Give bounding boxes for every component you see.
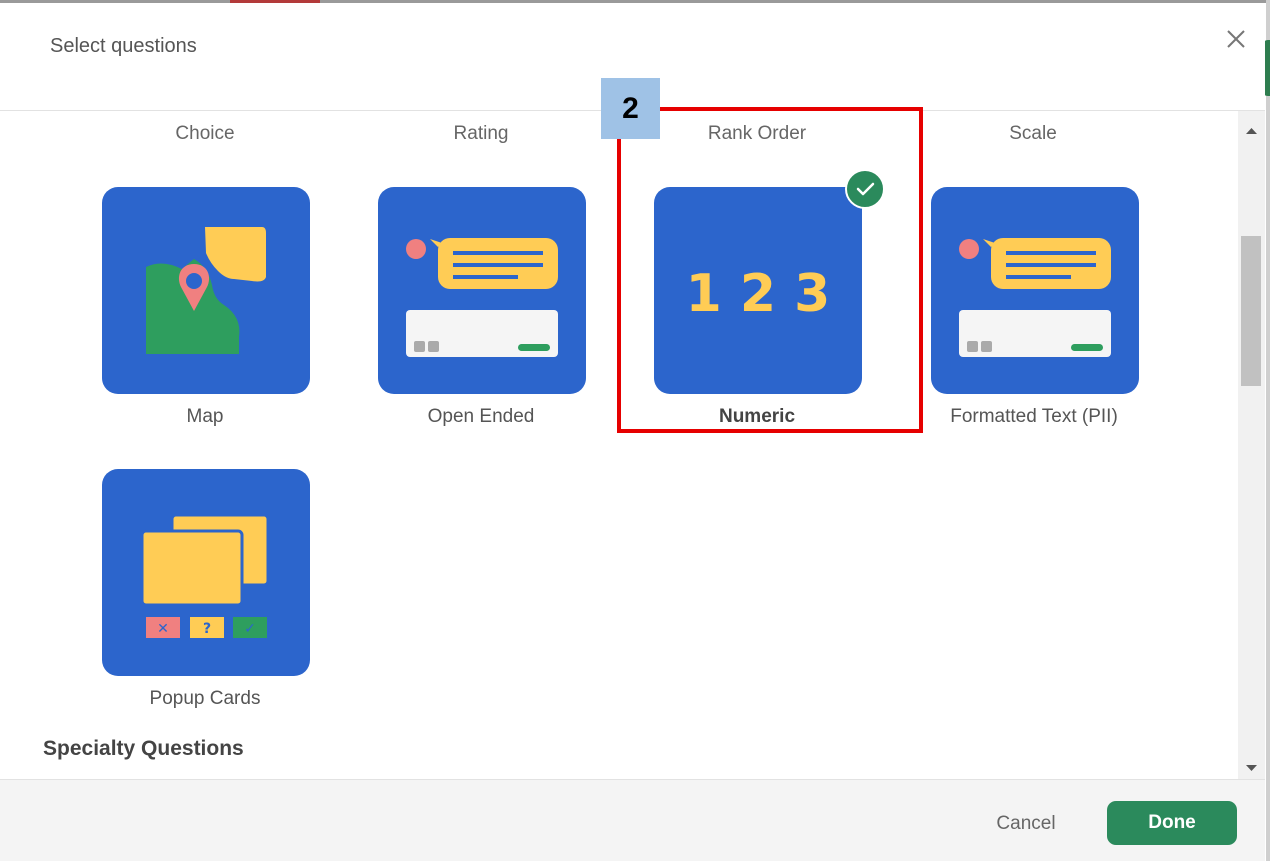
background-edge: [1266, 0, 1270, 861]
dialog-footer: Cancel Done: [0, 779, 1265, 861]
tile-formatted-text[interactable]: [931, 187, 1139, 394]
numeric-digits: 1 2 3: [686, 264, 831, 324]
tile-popup-cards[interactable]: ✕ ? ✓: [102, 469, 310, 676]
svg-text:?: ?: [203, 621, 211, 637]
dialog-title: Select questions: [50, 35, 197, 57]
tile-map[interactable]: [102, 187, 310, 394]
category-rating[interactable]: Rating: [381, 123, 581, 145]
scroll-down-icon[interactable]: [1245, 760, 1258, 771]
tile-label-popup-cards: Popup Cards: [149, 688, 261, 709]
done-button[interactable]: Done: [1107, 801, 1237, 845]
category-scale[interactable]: Scale: [933, 123, 1133, 145]
category-choice[interactable]: Choice: [105, 123, 305, 145]
tile-label-numeric: Numeric: [718, 406, 796, 427]
tile-label-open-ended: Open Ended: [427, 406, 535, 427]
scrollbar-thumb[interactable]: [1241, 236, 1261, 386]
close-icon[interactable]: [1222, 25, 1250, 53]
section-title-specialty: Specialty Questions: [43, 737, 244, 760]
selected-check-icon: [845, 169, 885, 209]
scrollbar[interactable]: [1238, 111, 1265, 779]
tile-label-map: Map: [186, 406, 224, 427]
annotation-step-badge: 2: [601, 78, 660, 139]
tile-numeric[interactable]: 1 2 3: [654, 187, 862, 394]
svg-text:✓: ✓: [244, 621, 256, 637]
tile-open-ended[interactable]: [378, 187, 586, 394]
category-rank-order[interactable]: Rank Order: [657, 123, 857, 145]
tile-label-formatted-text: Formatted Text (PII): [950, 406, 1118, 427]
question-type-list: Choice Rating Rank Order Scale Map Open …: [0, 111, 1238, 779]
svg-text:✕: ✕: [157, 621, 169, 637]
scroll-up-icon[interactable]: [1245, 123, 1258, 134]
cancel-button[interactable]: Cancel: [976, 802, 1076, 846]
